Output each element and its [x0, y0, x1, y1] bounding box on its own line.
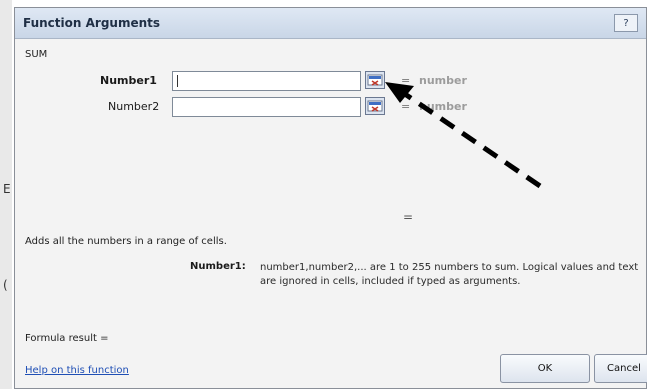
- help-button[interactable]: ?: [614, 14, 638, 32]
- function-name: SUM: [25, 49, 48, 60]
- number1-equals: =: [401, 74, 411, 87]
- number1-hint: number: [419, 74, 467, 87]
- background-letter: (: [3, 278, 8, 292]
- number2-input[interactable]: [172, 97, 361, 117]
- result-equals: =: [403, 210, 414, 224]
- background-letter: E: [3, 182, 11, 196]
- number1-collapse-button[interactable]: [365, 71, 385, 89]
- cancel-button[interactable]: Cancel: [594, 354, 647, 383]
- range-select-icon: [367, 74, 383, 86]
- param-name: Number1:: [190, 261, 246, 272]
- number1-label: Number1: [100, 74, 157, 87]
- function-arguments-dialog: Function Arguments ? SUM Number1 = numbe…: [14, 7, 647, 389]
- number2-collapse-button[interactable]: [365, 97, 385, 115]
- range-select-icon: [367, 100, 383, 112]
- number2-equals: =: [401, 100, 411, 113]
- dialog-titlebar: Function Arguments ?: [15, 8, 646, 39]
- number2-label: Number2: [108, 100, 160, 113]
- number1-input[interactable]: [172, 71, 361, 91]
- function-description: Adds all the numbers in a range of cells…: [25, 236, 227, 247]
- spreadsheet-background: E (: [0, 0, 12, 389]
- param-description: number1,number2,... are 1 to 255 numbers…: [260, 262, 639, 287]
- number2-hint: number: [419, 100, 467, 113]
- text-caret: [177, 75, 178, 87]
- dialog-title: Function Arguments: [23, 16, 161, 30]
- ok-button[interactable]: OK: [500, 354, 590, 383]
- help-link[interactable]: Help on this function: [25, 365, 129, 376]
- formula-result: Formula result =: [25, 333, 109, 344]
